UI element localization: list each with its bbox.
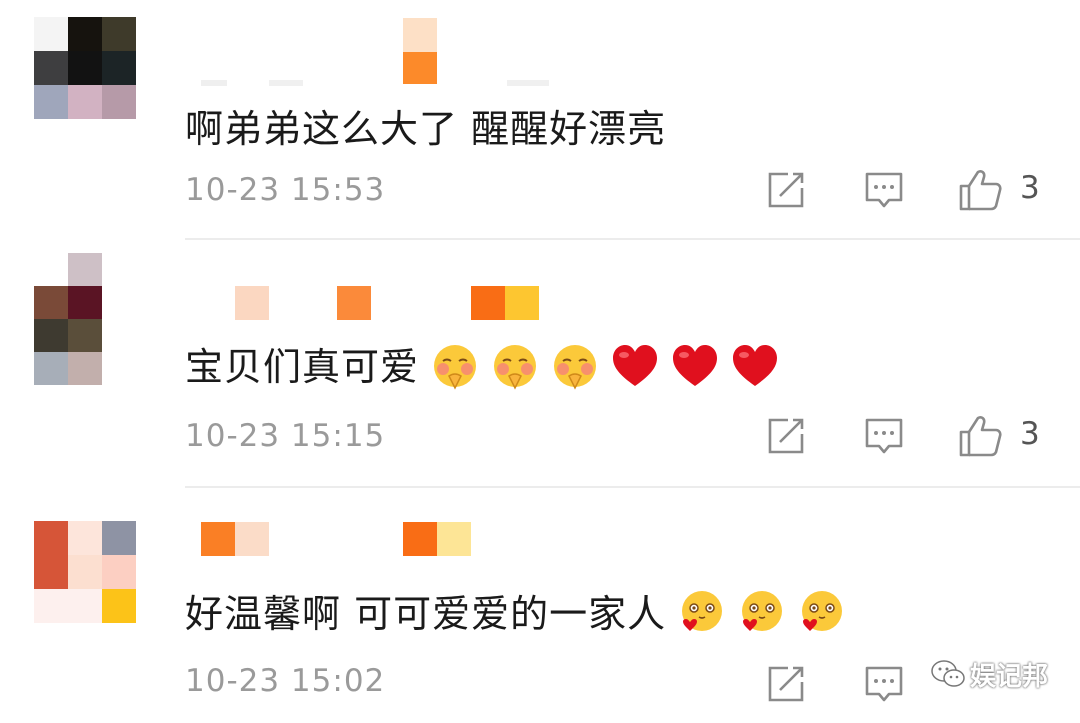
like-icon[interactable] bbox=[958, 168, 1002, 212]
comment-item: 好温馨啊 可可爱爱的一家人 10-23 15:02 bbox=[0, 490, 1080, 723]
comment-actions bbox=[0, 662, 1080, 706]
avatar[interactable] bbox=[34, 253, 136, 385]
like-icon[interactable] bbox=[958, 414, 1002, 458]
wechat-icon bbox=[931, 660, 965, 687]
heart-emoji bbox=[613, 344, 658, 386]
avatar[interactable] bbox=[34, 17, 136, 119]
blush-hands-emoji bbox=[434, 344, 477, 390]
share-icon[interactable] bbox=[766, 664, 806, 704]
comment-text: 啊弟弟这么大了 醒醒好漂亮 bbox=[185, 107, 667, 151]
comment-item: 宝贝们真可爱 10-23 15:15 3 bbox=[0, 240, 1080, 490]
love-face-emoji bbox=[682, 590, 723, 631]
heart-emoji bbox=[733, 344, 778, 386]
avatar[interactable] bbox=[34, 521, 136, 623]
reply-icon[interactable] bbox=[864, 170, 904, 210]
love-face-emoji bbox=[802, 590, 843, 631]
blush-hands-emoji bbox=[554, 344, 597, 390]
share-icon[interactable] bbox=[766, 416, 806, 456]
reply-icon[interactable] bbox=[864, 664, 904, 704]
reply-icon[interactable] bbox=[864, 416, 904, 456]
comment-text: 宝贝们真可爱 bbox=[185, 336, 779, 394]
watermark: 娱记邦 bbox=[930, 652, 1048, 696]
heart-emoji bbox=[673, 344, 718, 386]
blush-hands-emoji bbox=[494, 344, 537, 390]
share-icon[interactable] bbox=[766, 170, 806, 210]
comment-text-content: 宝贝们真可爱 bbox=[185, 345, 420, 389]
love-face-emoji bbox=[742, 590, 783, 631]
like-count: 3 bbox=[1020, 416, 1040, 452]
comment-actions: 3 bbox=[0, 168, 1080, 212]
divider bbox=[185, 486, 1080, 488]
comment-item: 啊弟弟这么大了 醒醒好漂亮 10-23 15:53 3 bbox=[0, 0, 1080, 240]
comment-text: 好温馨啊 可可爱爱的一家人 bbox=[185, 583, 846, 641]
watermark-text: 娱记邦 bbox=[970, 661, 1049, 692]
like-count: 3 bbox=[1020, 170, 1040, 206]
comment-text-content: 好温馨啊 可可爱爱的一家人 bbox=[185, 592, 667, 636]
comment-actions: 3 bbox=[0, 414, 1080, 458]
